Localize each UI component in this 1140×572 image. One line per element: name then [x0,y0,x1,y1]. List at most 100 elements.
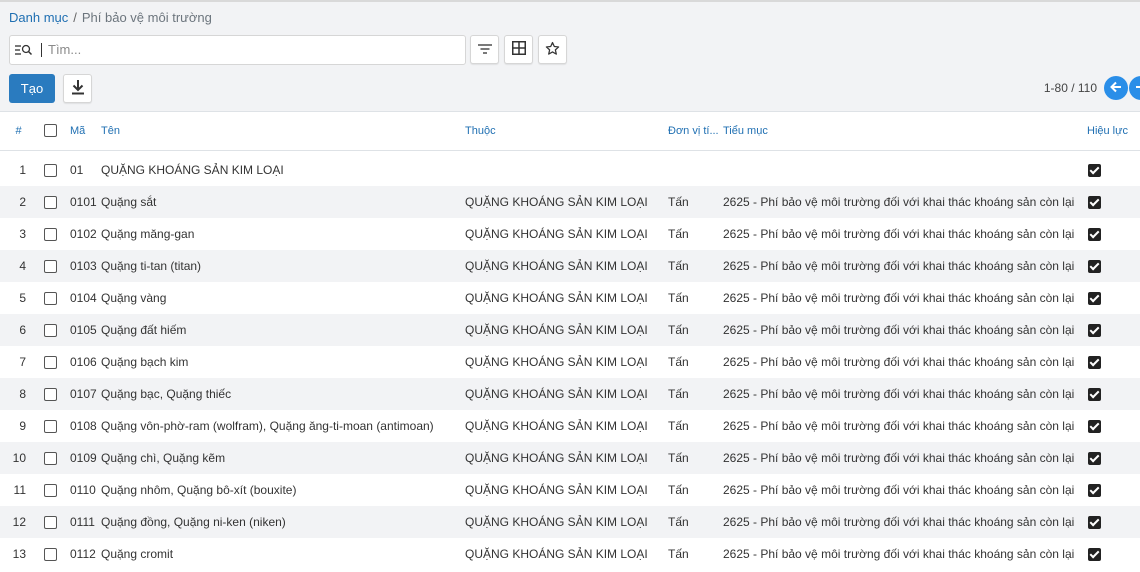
table-row[interactable]: 3 0102 Quặng măng-gan QUẶNG KHOÁNG SẢN KIM … [0,218,1140,250]
row-select-checkbox[interactable] [44,420,57,434]
row-select-checkbox[interactable] [44,452,57,466]
table-row[interactable]: 9 0108 Quặng vôn-phờ-ram (wolfram), Quặng … [0,410,1140,442]
row-item: 2625 - Phí bảo vệ môi trường đối với kha… [723,259,1075,273]
list-view: # Mã Tên Thuộc Đơn vị tí... Tiểu mục Hiệ… [0,112,1140,570]
row-item: 2625 - Phí bảo vệ môi trường đối với kha… [723,355,1075,369]
row-select-cell [37,282,70,314]
row-active-cell [1087,150,1140,186]
row-item: 2625 - Phí bảo vệ môi trường đối với kha… [723,227,1075,241]
row-select-cell [37,474,70,506]
filter-button[interactable] [470,35,499,64]
row-name: Quặng chì, Quặng kẽm [101,451,226,465]
table-row[interactable]: 5 0104 Quặng vàng QUẶNG KHOÁNG SẢN KIM LOẠI… [0,282,1140,314]
table-row[interactable]: 1 01 QUẶNG KHOÁNG SẢN KIM LOẠI [0,150,1140,186]
create-button[interactable]: Tạo [9,74,55,103]
breadcrumb-parent-link[interactable]: Danh mục [9,10,68,25]
search-box[interactable] [9,35,466,65]
row-select-checkbox[interactable] [44,324,57,338]
row-select-checkbox[interactable] [44,388,57,402]
row-parent: QUẶNG KHOÁNG SẢN KIM LOẠI [465,547,648,561]
table-row[interactable]: 7 0106 Quặng bạch kim QUẶNG KHOÁNG SẢN KIM … [0,346,1140,378]
row-code: 0107 [70,387,97,401]
table-row[interactable]: 2 0101 Quặng sắt QUẶNG KHOÁNG SẢN KIM LOẠI T… [0,186,1140,218]
row-select-cell [37,506,70,538]
row-parent: QUẶNG KHOÁNG SẢN KIM LOẠI [465,483,648,497]
row-select-checkbox[interactable] [44,292,57,306]
row-active-cell [1087,346,1140,378]
row-unit: Tấn [668,291,689,305]
row-item: 2625 - Phí bảo vệ môi trường đối với kha… [723,323,1075,337]
export-button[interactable] [63,74,92,103]
row-number: 5 [19,291,26,305]
row-unit: Tấn [668,419,689,433]
row-active-cell [1087,282,1140,314]
row-code: 01 [70,163,84,178]
row-item [723,150,1087,186]
row-select-checkbox[interactable] [44,196,57,210]
row-number: 11 [13,483,26,497]
row-number: 12 [12,515,26,529]
row-code: 0106 [70,355,97,369]
row-item: 2625 - Phí bảo vệ môi trường đối với kha… [723,419,1075,433]
row-select-cell [37,150,70,186]
row-select-cell [37,314,70,346]
row-parent: QUẶNG KHOÁNG SẢN KIM LOẠI [465,355,648,369]
row-select-cell [37,250,70,282]
search-input[interactable] [41,43,465,57]
row-name: Quặng cromit [101,547,174,561]
row-select-cell [37,186,70,218]
pager-previous-button[interactable] [1104,76,1128,100]
row-name: Quặng đất hiếm [101,323,187,337]
row-item: 2625 - Phí bảo vệ môi trường đối với kha… [723,195,1075,209]
row-parent: QUẶNG KHOÁNG SẢN KIM LOẠI [465,227,648,241]
row-unit: Tấn [668,227,689,241]
row-name: Quặng vàng [101,291,167,305]
row-item: 2625 - Phí bảo vệ môi trường đối với kha… [723,547,1075,561]
row-item: 2625 - Phí bảo vệ môi trường đối với kha… [723,451,1075,465]
column-header-unit[interactable]: Đơn vị tí... [668,112,723,151]
row-name: QUẶNG KHOÁNG SẢN KIM LOẠI [101,163,284,178]
column-header-item[interactable]: Tiểu mục [723,112,1087,151]
row-active-cell [1087,250,1140,282]
row-active-cell [1087,442,1140,474]
table-row[interactable]: 4 0103 Quặng ti-tan (titan) QUẶNG KHOÁNG SẢ… [0,250,1140,282]
table-row[interactable]: 11 0110 Quặng nhôm, Quặng bô-xít (bouxite)… [0,474,1140,506]
row-select-checkbox[interactable] [44,484,57,498]
row-select-checkbox[interactable] [44,516,57,530]
favorites-button[interactable] [538,35,567,64]
column-header-name[interactable]: Tên [101,112,465,151]
row-unit: Tấn [668,483,689,497]
row-select-checkbox[interactable] [44,228,57,242]
row-code: 0101 [70,195,97,209]
pager-next-button[interactable] [1129,76,1140,100]
column-header-code[interactable]: Mã [70,112,101,151]
row-code: 0105 [70,323,97,337]
data-table: # Mã Tên Thuộc Đơn vị tí... Tiểu mục Hiệ… [0,112,1140,570]
row-unit: Tấn [668,515,689,529]
row-select-checkbox[interactable] [44,260,57,274]
row-select-checkbox[interactable] [44,164,57,178]
row-select-checkbox[interactable] [44,356,57,370]
row-active-cell [1087,474,1140,506]
table-row[interactable]: 10 0109 Quặng chì, Quặng kẽm QUẶNG KHOÁNG S… [0,442,1140,474]
column-header-active[interactable]: Hiệu lực [1087,112,1140,151]
row-name: Quặng vôn-phờ-ram (wolfram), Quặng ăng-t… [101,419,434,433]
table-row[interactable]: 6 0105 Quặng đất hiếm QUẶNG KHOÁNG SẢN KIM … [0,314,1140,346]
row-number: 9 [19,419,26,433]
row-code: 0108 [70,419,97,433]
column-header-number: # [0,112,37,151]
row-number: 1 [19,163,26,178]
column-header-parent[interactable]: Thuộc [465,112,668,151]
table-row[interactable]: 12 0111 Quặng đồng, Quặng ni-ken (niken) QU… [0,506,1140,538]
table-row[interactable]: 8 0107 Quặng bạc, Quặng thiếc QUẶNG KHOÁNG … [0,378,1140,410]
active-checkbox [1088,516,1101,530]
row-unit: Tấn [668,259,689,273]
row-code: 0104 [70,291,97,305]
row-name: Quặng bạc, Quặng thiếc [101,387,232,401]
group-by-button[interactable] [504,35,533,64]
active-checkbox [1088,356,1101,370]
table-row[interactable]: 13 0112 Quặng cromit QUẶNG KHOÁNG SẢN KIM L… [0,538,1140,570]
row-active-cell [1087,538,1140,570]
row-select-checkbox[interactable] [44,548,57,562]
select-all-checkbox[interactable] [44,124,57,138]
